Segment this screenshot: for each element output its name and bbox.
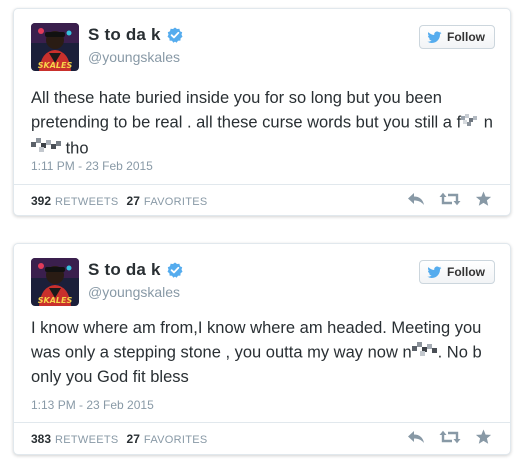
- retweets-count[interactable]: 392: [31, 194, 51, 208]
- favorites-count[interactable]: 27: [127, 432, 140, 446]
- censored-word: [31, 136, 61, 159]
- verified-badge-icon: [167, 27, 183, 43]
- star-icon[interactable]: [475, 191, 492, 207]
- avatar-logo-text: SKALES: [38, 296, 73, 305]
- handle[interactable]: @youngskales: [88, 49, 180, 65]
- favorites-label[interactable]: FAVORITES: [144, 196, 208, 208]
- divider: [14, 422, 510, 423]
- favorites-count[interactable]: 27: [127, 194, 140, 208]
- retweets-label[interactable]: RETWEETS: [55, 196, 119, 208]
- retweets-count[interactable]: 383: [31, 432, 51, 446]
- twitter-bird-icon: [427, 31, 442, 43]
- retweet-icon[interactable]: [439, 429, 461, 445]
- handle[interactable]: @youngskales: [88, 284, 180, 300]
- tweet-text: All these hate buried inside you for so …: [31, 87, 496, 162]
- timestamp[interactable]: 1:11 PM - 23 Feb 2015: [31, 159, 153, 173]
- display-name[interactable]: S to da k: [88, 25, 161, 45]
- tweet-actions: [407, 429, 492, 445]
- retweet-icon[interactable]: [439, 191, 461, 207]
- avatar[interactable]: SKALES: [31, 258, 79, 306]
- tweet-actions: [407, 191, 492, 207]
- follow-button[interactable]: Follow: [419, 25, 495, 49]
- tweet-card: SKALES S to da k @youngskales Follow I k…: [13, 243, 511, 455]
- avatar[interactable]: SKALES: [31, 23, 79, 71]
- follow-label: Follow: [447, 265, 485, 279]
- reply-icon[interactable]: [407, 191, 425, 207]
- retweets-label[interactable]: RETWEETS: [55, 434, 119, 446]
- tweet-stats: 392 RETWEETS 27 FAVORITES: [31, 194, 216, 208]
- verified-badge-icon: [167, 262, 183, 278]
- tweet-text: I know where am from,I know where am hea…: [31, 317, 496, 389]
- tweet-text-part: n: [479, 113, 493, 132]
- twitter-bird-icon: [427, 266, 442, 278]
- reply-icon[interactable]: [407, 429, 425, 445]
- star-icon[interactable]: [475, 429, 492, 445]
- favorites-label[interactable]: FAVORITES: [144, 434, 208, 446]
- tweet-text-part: All these hate buried inside you for so …: [31, 89, 462, 132]
- timestamp[interactable]: 1:13 PM - 23 Feb 2015: [31, 398, 154, 412]
- display-name[interactable]: S to da k: [88, 260, 161, 280]
- divider: [14, 184, 510, 185]
- avatar-logo-text: SKALES: [38, 61, 73, 70]
- tweet-text-part: tho: [61, 139, 89, 158]
- follow-button[interactable]: Follow: [419, 260, 495, 284]
- tweet-stats: 383 RETWEETS 27 FAVORITES: [31, 432, 216, 446]
- tweet-card: SKALES S to da k @youngskales Follow All…: [13, 8, 511, 216]
- censored-word: [411, 340, 438, 363]
- censored-word: [461, 110, 479, 133]
- follow-label: Follow: [447, 30, 485, 44]
